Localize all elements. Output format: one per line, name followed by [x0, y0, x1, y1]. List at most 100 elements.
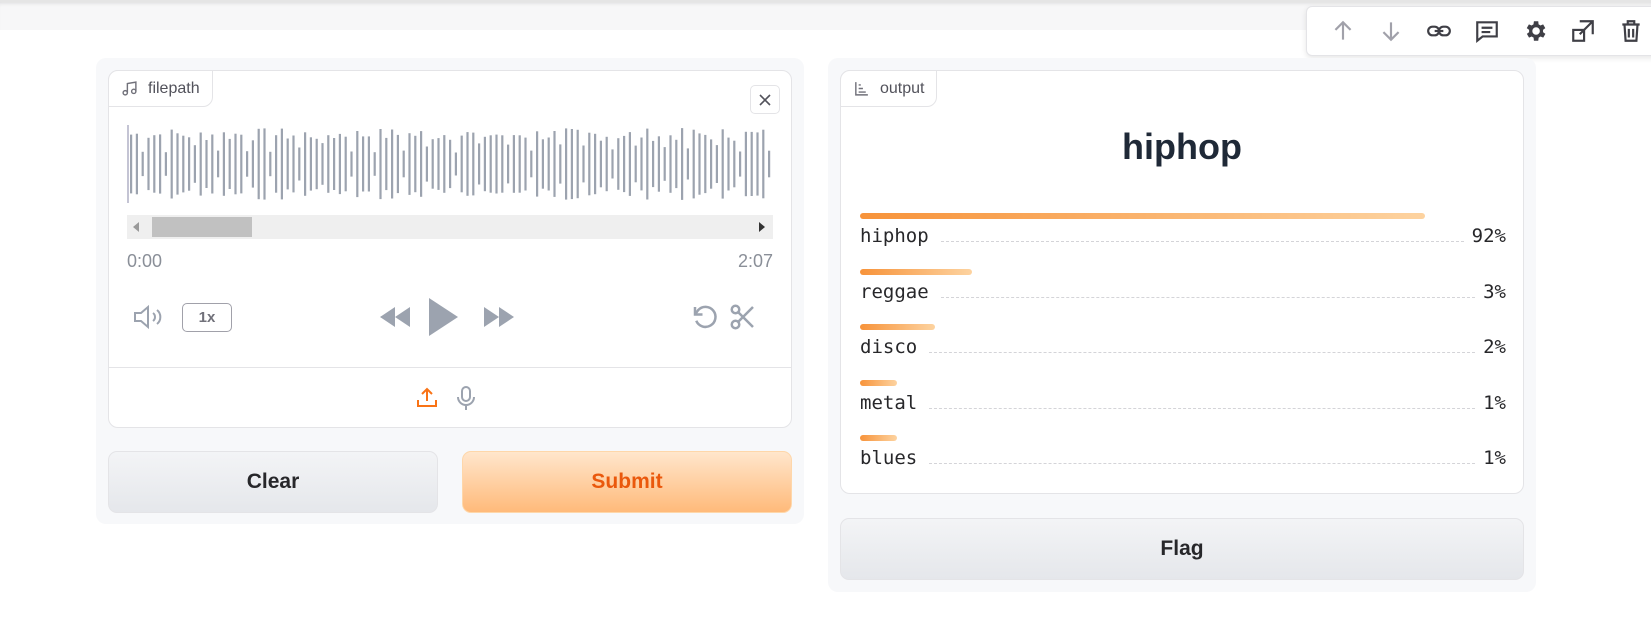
chart-icon — [855, 82, 868, 96]
waveform-bar — [692, 129, 695, 199]
confidence-label: metal — [860, 391, 918, 414]
waveform-bar — [483, 136, 486, 192]
waveform-bar — [350, 151, 353, 177]
comment-button[interactable] — [1463, 11, 1511, 51]
waveform-bar — [512, 135, 515, 193]
confidence-label: reggae — [860, 280, 929, 303]
predicted-label: hiphop — [1122, 126, 1242, 167]
waveform-bar — [733, 140, 736, 188]
link-button[interactable] — [1415, 11, 1463, 51]
confidence-row: disco 2% — [860, 324, 1506, 380]
waveform-bar — [524, 137, 527, 191]
scroll-right-arrow[interactable] — [759, 222, 765, 232]
waveform-bar — [454, 152, 457, 176]
waveform-bar — [222, 132, 225, 196]
waveform-bar — [170, 129, 173, 199]
clear-button[interactable]: Clear — [108, 451, 438, 513]
waveform-bar — [309, 137, 312, 191]
waveform-bar — [657, 136, 660, 192]
waveform-bar — [391, 129, 394, 199]
microphone-source-button[interactable] — [450, 381, 482, 415]
waveform[interactable] — [127, 125, 773, 203]
confidence-leader — [940, 296, 1476, 298]
confidence-line: blues 1% — [860, 447, 1506, 469]
waveform-bar — [414, 135, 417, 193]
waveform-bar — [205, 140, 208, 188]
clear-audio-button[interactable] — [750, 85, 780, 114]
playhead[interactable] — [127, 125, 129, 203]
waveform-bar — [715, 145, 718, 183]
move-down-button[interactable] — [1367, 11, 1415, 51]
share-button[interactable] — [1559, 11, 1607, 51]
waveform-bar — [495, 134, 498, 194]
playback-speed-button[interactable]: 1x — [182, 303, 232, 332]
waveform-bar — [298, 147, 301, 181]
waveform-bar — [379, 129, 382, 200]
waveform-bar — [246, 151, 249, 177]
confidence-value: 1% — [1483, 391, 1506, 414]
confidence-bar — [860, 213, 1425, 219]
waveform-bar — [565, 128, 568, 200]
fast-forward-button[interactable] — [479, 299, 519, 335]
move-up-button[interactable] — [1319, 11, 1367, 51]
waveform-bar — [640, 137, 643, 191]
delete-button[interactable] — [1607, 11, 1651, 51]
trim-button[interactable] — [725, 299, 761, 335]
confidence-label: blues — [860, 447, 918, 469]
volume-button[interactable] — [129, 299, 169, 335]
waveform-bar — [750, 131, 753, 196]
waveform-bar — [646, 128, 649, 200]
confidence-row: metal 1% — [860, 379, 1506, 436]
waveform-bar — [611, 149, 614, 179]
waveform-bar — [698, 133, 701, 195]
submit-button[interactable]: Submit — [462, 451, 792, 513]
waveform-bar — [686, 148, 689, 180]
waveform-bar — [576, 129, 579, 199]
play-icon — [429, 298, 458, 336]
waveform-bar — [211, 134, 214, 194]
waveform-bar — [257, 128, 260, 200]
confidence-row: hiphop 92% — [860, 213, 1506, 269]
waveform-bar — [408, 133, 411, 195]
confidence-leader — [929, 463, 1476, 464]
settings-button[interactable] — [1511, 11, 1559, 51]
waveform-bar — [385, 137, 388, 191]
waveform-bar — [472, 132, 475, 196]
confidence-line: metal 1% — [860, 392, 1506, 414]
confidence-leader — [940, 241, 1464, 242]
waveform-bar — [234, 133, 237, 195]
waveform-bar — [547, 137, 550, 191]
rewind-button[interactable] — [375, 299, 415, 335]
rewind-icon — [380, 307, 410, 327]
waveform-bar — [518, 135, 521, 193]
waveform-bar — [536, 131, 539, 197]
upload-source-button[interactable] — [411, 381, 443, 415]
upload-icon — [417, 387, 437, 407]
volume-icon — [134, 304, 162, 330]
confidence-label: hiphop — [860, 225, 929, 247]
waveform-bar — [327, 135, 330, 193]
close-icon — [759, 93, 771, 106]
waveform-bar — [478, 143, 481, 185]
waveform-bar — [721, 129, 724, 199]
scroll-thumb[interactable] — [152, 217, 252, 237]
waveform-bar — [286, 138, 289, 190]
scroll-left-arrow[interactable] — [133, 222, 139, 232]
waveform-bar — [367, 136, 370, 192]
waveform-bar — [652, 140, 655, 188]
microphone-icon — [457, 386, 475, 410]
flag-button[interactable]: Flag — [840, 518, 1524, 580]
waveform-bar — [710, 139, 713, 189]
reset-button[interactable] — [687, 299, 723, 335]
waveform-bar — [402, 150, 405, 178]
fast-forward-icon — [484, 307, 514, 327]
waveform-bar — [292, 135, 295, 193]
waveform-bar — [628, 132, 631, 196]
waveform-bar — [605, 136, 608, 192]
play-button[interactable] — [423, 293, 463, 341]
waveform-bar — [582, 145, 585, 183]
waveform-bar — [489, 135, 492, 193]
confidence-value: 3% — [1483, 280, 1506, 303]
confidence-bar — [860, 268, 972, 275]
waveform-scrollbar[interactable] — [127, 215, 773, 239]
